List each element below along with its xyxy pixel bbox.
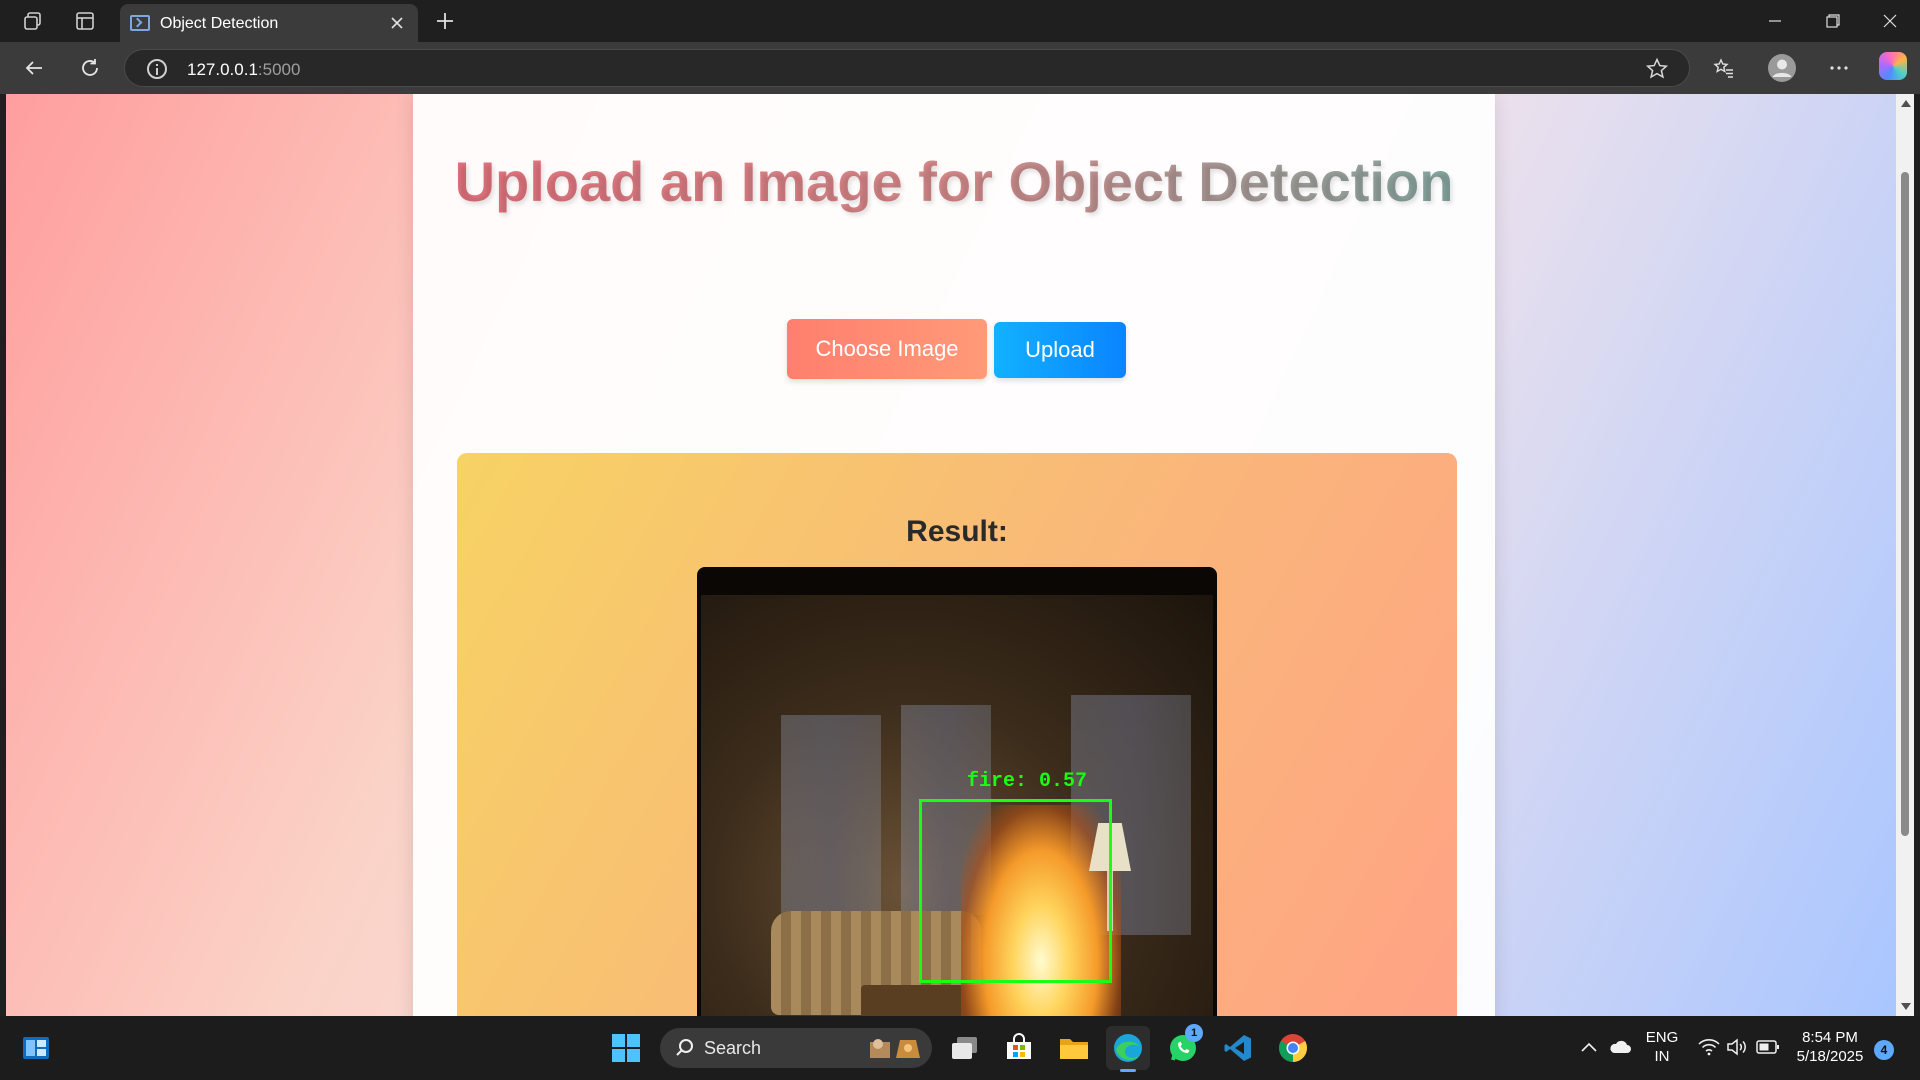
clock[interactable]: 8:54 PM 5/18/2025 (1790, 1028, 1870, 1066)
language-indicator[interactable]: ENG IN (1644, 1028, 1680, 1066)
detection-bounding-box (919, 799, 1112, 983)
active-indicator (1120, 1069, 1136, 1072)
language-code: ENG (1645, 1029, 1679, 1046)
whatsapp-icon[interactable]: 1 (1161, 1024, 1205, 1070)
more-options-icon[interactable] (1821, 50, 1857, 86)
onedrive-icon[interactable] (1608, 1038, 1632, 1061)
choose-image-button[interactable]: Choose Image (787, 319, 987, 379)
page-viewport: Upload an Image for Object Detection Cho… (6, 94, 1896, 1016)
tab-title: Object Detection (160, 15, 279, 32)
volume-icon[interactable] (1726, 1038, 1748, 1061)
clock-date: 5/18/2025 (1796, 1048, 1864, 1065)
scroll-up-icon[interactable] (1901, 100, 1911, 107)
back-icon[interactable] (16, 50, 52, 86)
url-port: :5000 (257, 60, 301, 79)
search-highlight-icon (860, 1034, 924, 1067)
result-title: Result: (906, 515, 1008, 548)
vscode-icon[interactable] (1216, 1026, 1260, 1070)
store-icon[interactable] (997, 1026, 1041, 1070)
battery-icon[interactable] (1756, 1039, 1780, 1060)
restore-icon[interactable] (1813, 8, 1853, 34)
clock-time: 8:54 PM (1802, 1029, 1858, 1046)
close-window-icon[interactable] (1870, 8, 1910, 34)
browser-tab[interactable]: Object Detection (120, 4, 418, 42)
refresh-icon[interactable] (72, 50, 108, 86)
address-bar[interactable]: 127.0.0.1:5000 (124, 49, 1690, 87)
site-info-icon[interactable] (147, 59, 167, 79)
favorites-icon[interactable] (1706, 50, 1742, 86)
search-icon (674, 1037, 696, 1064)
minimize-icon[interactable] (1755, 8, 1795, 34)
search-label: Search (704, 1038, 762, 1058)
scroll-thumb[interactable] (1901, 172, 1909, 836)
taskbar-search[interactable]: Search (660, 1028, 932, 1068)
page-favicon-icon (130, 15, 150, 31)
room-scene: fire: 0.57 (701, 595, 1213, 1016)
page-scrollbar[interactable] (1896, 94, 1914, 1016)
new-tab-icon[interactable] (432, 8, 458, 34)
page-heading: Upload an Image for Object Detection (413, 144, 1495, 220)
start-icon[interactable] (604, 1026, 648, 1070)
region-code: IN (1654, 1048, 1670, 1065)
whatsapp-badge: 1 (1185, 1024, 1203, 1042)
upload-card: Upload an Image for Object Detection Cho… (413, 94, 1495, 1016)
vertical-tabs-icon[interactable] (72, 8, 98, 34)
result-image: fire: 0.57 (697, 567, 1217, 1016)
widgets-icon[interactable] (14, 1026, 58, 1070)
file-explorer-icon[interactable] (1052, 1026, 1096, 1070)
favorite-star-icon[interactable] (1645, 57, 1669, 86)
upload-button[interactable]: Upload (994, 322, 1126, 378)
workspaces-icon[interactable] (20, 8, 46, 34)
windows-taskbar: Search 1 ENG IN 8:54 PM 5/18/2025 (0, 1016, 1920, 1080)
result-panel: Result: fire: 0.57 (457, 453, 1457, 1016)
task-view-icon[interactable] (942, 1026, 986, 1070)
detection-label: fire: 0.57 (967, 770, 1088, 793)
show-hidden-icons-icon[interactable] (1580, 1040, 1598, 1059)
notification-badge[interactable]: 4 (1874, 1040, 1894, 1060)
chrome-icon[interactable] (1271, 1026, 1315, 1070)
edge-icon[interactable] (1106, 1026, 1150, 1072)
url-host: 127.0.0.1 (187, 60, 258, 79)
url-text: 127.0.0.1:5000 (187, 60, 300, 80)
browser-titlebar: Object Detection (0, 0, 1920, 42)
profile-avatar-icon[interactable] (1764, 50, 1800, 86)
wifi-icon[interactable] (1698, 1038, 1720, 1061)
copilot-icon[interactable] (1879, 52, 1907, 80)
scroll-down-icon[interactable] (1901, 1003, 1911, 1010)
close-tab-icon[interactable] (386, 12, 408, 34)
